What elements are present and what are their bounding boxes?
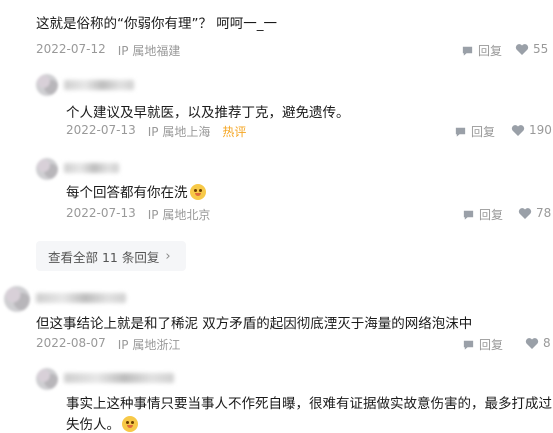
- comment-4-like-count: 8: [543, 336, 551, 350]
- comment-4-text: 但这事结论上就是和了稀泥 双方矛盾的起因彻底湮灭于海量的网络泡沫中: [36, 316, 473, 332]
- comment-4-like-button[interactable]: 8: [525, 336, 551, 350]
- comment-2-date: 2022-07-13: [66, 123, 136, 137]
- comment-4-date: 2022-08-07: [36, 336, 106, 350]
- smile-emoji-icon: [122, 416, 138, 432]
- view-all-replies-button[interactable]: 查看全部 11 条回复 ›: [36, 241, 186, 271]
- reply-icon: [463, 340, 474, 350]
- username-blurred[interactable]: [64, 163, 119, 173]
- username-blurred[interactable]: [64, 373, 174, 383]
- comment-1-text: 这就是俗称的“你弱你有理”？ 呵呵一_一: [36, 16, 278, 32]
- comment-4-reply-button[interactable]: 回复: [462, 336, 503, 353]
- reply-icon: [462, 46, 473, 56]
- comment-2-location: IP 属地上海: [147, 125, 211, 139]
- heart-icon: [525, 337, 539, 349]
- comment-2-reply-button[interactable]: 回复: [454, 123, 495, 140]
- comment-3-like-button[interactable]: 78: [518, 206, 551, 220]
- comment-3-like-count: 78: [536, 206, 552, 220]
- hot-comment-badge: 热评: [222, 125, 247, 139]
- heart-icon: [518, 207, 532, 219]
- comment-3-location: IP 属地北京: [147, 208, 211, 222]
- comment-5-text-line-1: 事实上这种事情只要当事人不作死自曝，很难有证据做实故意伤害的，最多打成过: [66, 396, 552, 412]
- comment-1-date: 2022-07-12: [36, 42, 106, 56]
- avatar[interactable]: [36, 158, 58, 180]
- username-blurred[interactable]: [36, 293, 126, 303]
- smile-emoji-icon: [189, 184, 206, 200]
- comment-1-location: IP 属地福建: [117, 44, 181, 58]
- avatar[interactable]: [36, 368, 58, 390]
- comment-3-text: 每个回答都有你在洗: [66, 181, 206, 201]
- comment-3-reply-button[interactable]: 回复: [462, 206, 503, 223]
- comment-1-reply-button[interactable]: 回复: [461, 42, 502, 59]
- avatar[interactable]: [4, 286, 30, 312]
- heart-icon: [511, 124, 525, 136]
- reply-icon: [463, 210, 474, 220]
- heart-icon: [515, 43, 529, 55]
- comment-3-date: 2022-07-13: [66, 206, 136, 220]
- comment-5-text-line-2: 失伤人。: [66, 413, 138, 433]
- comment-2-like-count: 190: [529, 123, 552, 137]
- comment-1-like-button[interactable]: 55: [515, 42, 548, 56]
- comment-2-text: 个人建议及早就医，以及推荐丁克，避免遗传。: [66, 105, 350, 121]
- reply-icon: [455, 127, 466, 137]
- chevron-right-icon: ›: [165, 248, 171, 264]
- comment-4-location: IP 属地浙江: [117, 338, 181, 352]
- comment-1-like-count: 55: [533, 42, 549, 56]
- comment-2-like-button[interactable]: 190: [511, 123, 552, 137]
- username-blurred[interactable]: [64, 80, 134, 90]
- avatar[interactable]: [36, 74, 58, 96]
